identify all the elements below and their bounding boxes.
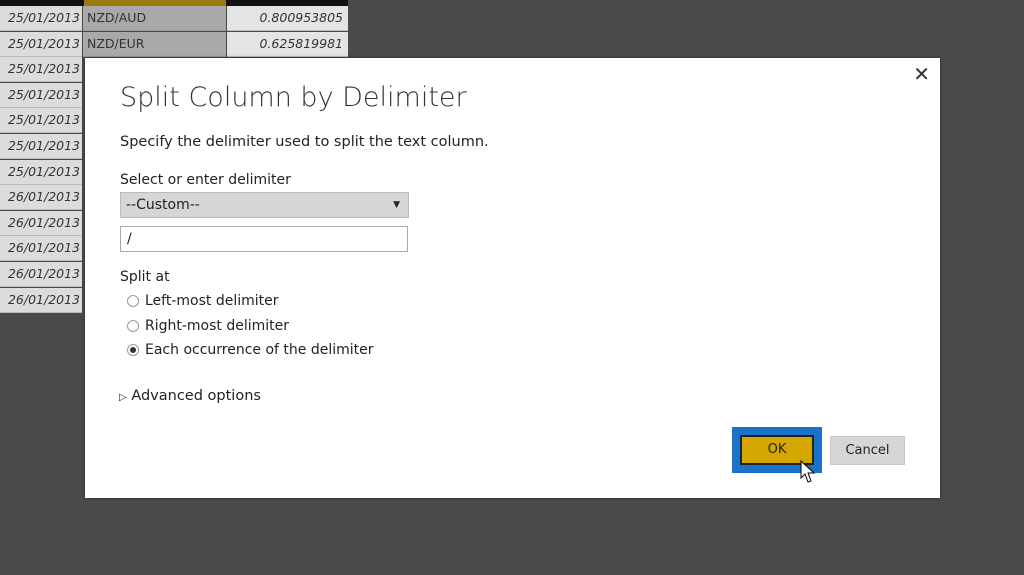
date-cell: 25/01/2013: [0, 108, 82, 134]
close-icon[interactable]: ✕: [913, 62, 930, 86]
dialog-description: Specify the delimiter used to split the …: [120, 134, 489, 150]
split-at-label: Split at: [120, 269, 170, 285]
delimiter-selected: --Custom--: [126, 197, 200, 213]
radio-label: Right-most delimiter: [145, 318, 290, 334]
radio-each-occurrence[interactable]: Each occurrence of the delimiter: [127, 342, 374, 358]
mouse-cursor-icon: [800, 460, 816, 483]
date-cell: 26/01/2013: [0, 210, 82, 236]
value-cell: 0.800953805: [227, 6, 348, 31]
advanced-options-label: Advanced options: [131, 388, 261, 404]
dialog-title: Split Column by Delimiter: [120, 82, 467, 113]
triangle-right-icon: ▷: [119, 392, 127, 403]
date-cell: 25/01/2013: [0, 134, 82, 159]
date-cell: 26/01/2013: [0, 236, 82, 262]
date-cell: 25/01/2013: [0, 31, 82, 57]
split-column-dialog: ✕ Split Column by Delimiter Specify the …: [85, 58, 940, 498]
date-cell: 26/01/2013: [0, 287, 82, 313]
radio-label: Each occurrence of the delimiter: [145, 342, 374, 358]
delimiter-label: Select or enter delimiter: [120, 172, 291, 188]
currency-cell: NZD/AUD: [83, 6, 226, 31]
cancel-button[interactable]: Cancel: [830, 436, 905, 465]
value-cell: 0.625819981: [227, 31, 348, 57]
radio-label: Left-most delimiter: [145, 293, 279, 309]
date-cell: 25/01/2013: [0, 57, 82, 83]
date-cell: 25/01/2013: [0, 6, 82, 31]
date-cell: 25/01/2013: [0, 82, 82, 108]
custom-delimiter-input[interactable]: /: [120, 226, 408, 252]
radio-icon: [127, 295, 139, 307]
date-cell: 26/01/2013: [0, 262, 82, 287]
radio-checked-icon: [127, 344, 139, 356]
date-cell: 26/01/2013: [0, 185, 82, 211]
advanced-options-toggle[interactable]: ▷ Advanced options: [119, 388, 261, 404]
delimiter-select[interactable]: --Custom-- ▼: [120, 192, 409, 218]
radio-icon: [127, 320, 139, 332]
chevron-down-icon: ▼: [393, 200, 400, 210]
date-cell: 25/01/2013: [0, 159, 82, 185]
radio-left-most[interactable]: Left-most delimiter: [127, 293, 279, 309]
currency-cell: NZD/EUR: [83, 31, 226, 57]
radio-right-most[interactable]: Right-most delimiter: [127, 318, 289, 334]
